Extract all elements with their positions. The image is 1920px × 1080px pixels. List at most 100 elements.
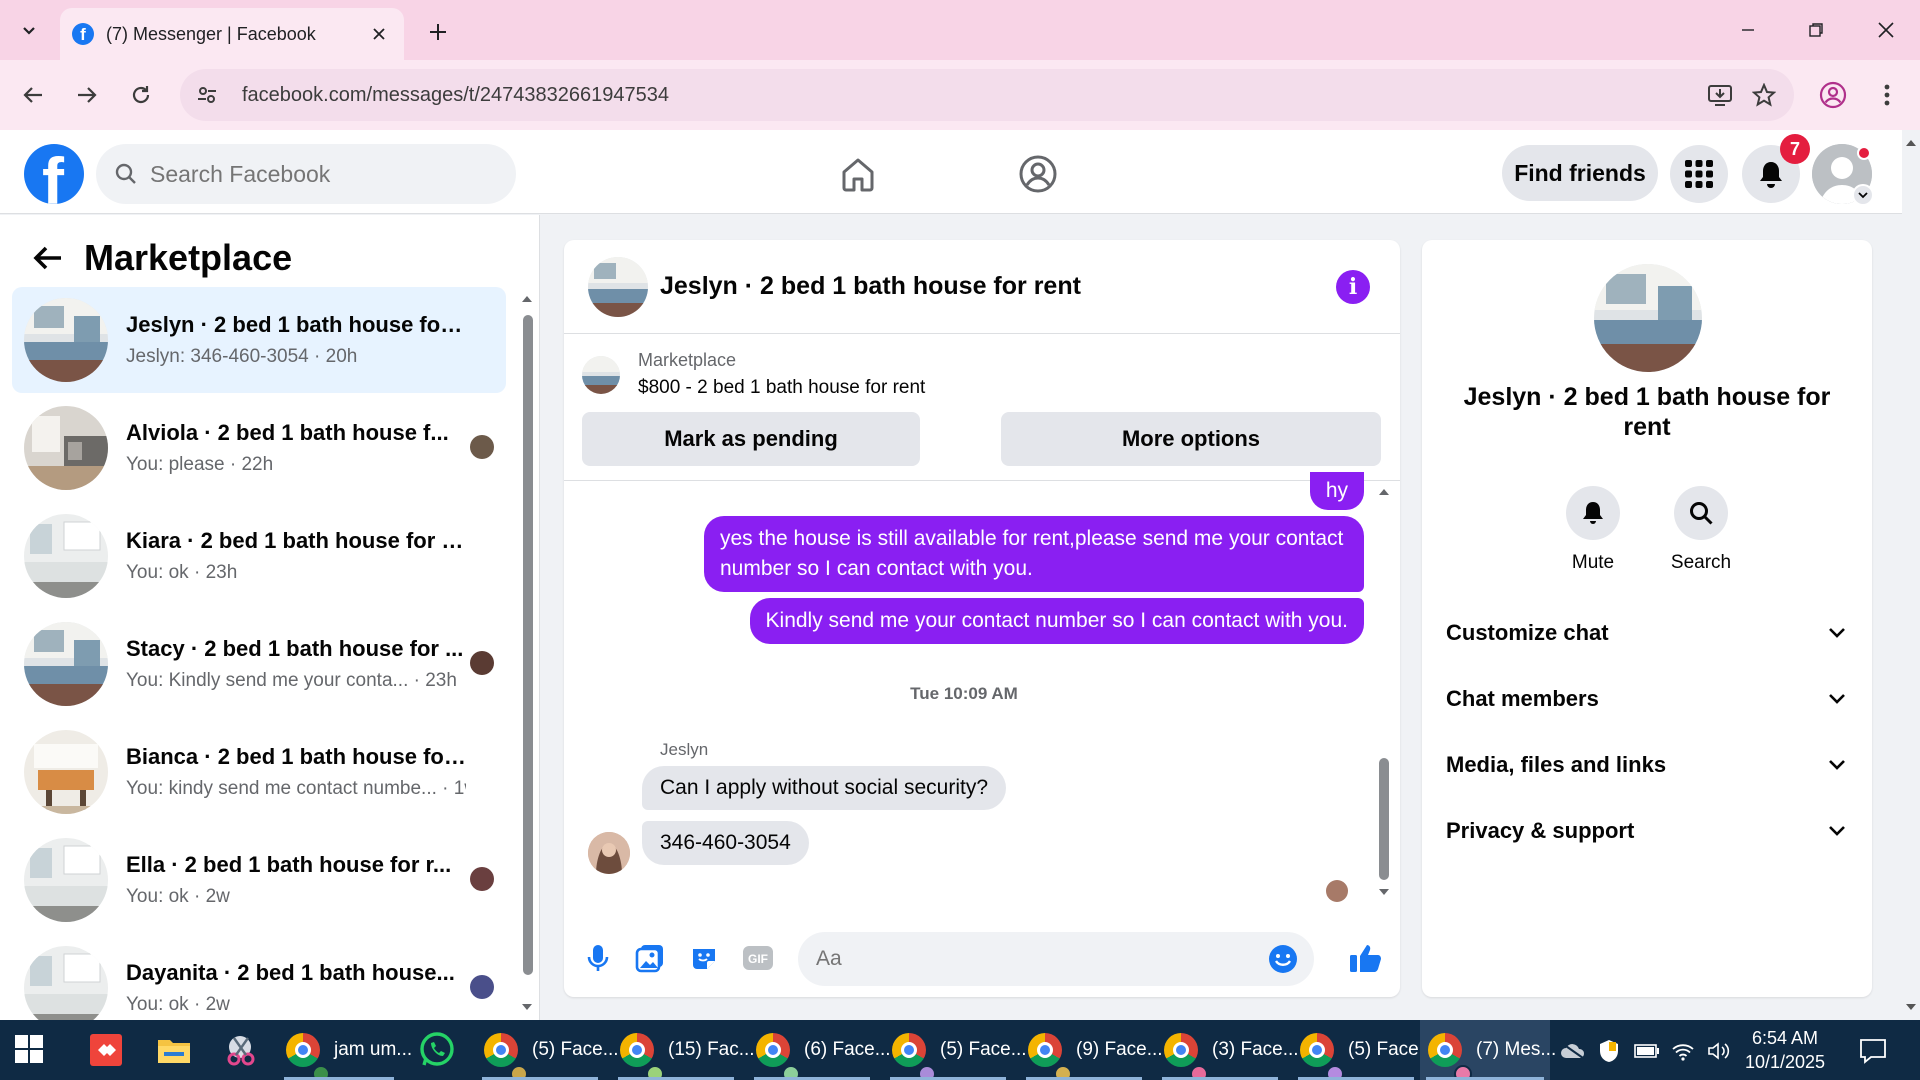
- customize-chat-row[interactable]: Customize chat: [1446, 608, 1846, 658]
- attach-photo-button[interactable]: [632, 940, 668, 976]
- privacy-support-row[interactable]: Privacy & support: [1446, 806, 1846, 856]
- facebook-search-input[interactable]: [150, 160, 490, 188]
- chat-avatar[interactable]: [588, 256, 648, 317]
- info-button[interactable]: i: [1336, 269, 1370, 304]
- restore-icon: [1809, 23, 1823, 37]
- taskbar-app-file-explorer[interactable]: [148, 1020, 204, 1080]
- site-info-button[interactable]: [184, 72, 230, 118]
- mark-as-pending-button[interactable]: Mark as pending: [582, 412, 920, 466]
- tab-close-button[interactable]: [366, 21, 392, 47]
- conversation-item[interactable]: Bianca · 2 bed 1 bath house for r... You…: [12, 719, 506, 825]
- wifi-tray-icon[interactable]: [1670, 1038, 1696, 1064]
- install-app-button[interactable]: [1698, 73, 1742, 117]
- close-window-button[interactable]: [1856, 8, 1916, 52]
- taskbar-chrome-window[interactable]: (3) Face...: [1156, 1020, 1299, 1080]
- onedrive-tray-icon[interactable]: [1560, 1038, 1586, 1064]
- taskbar-chrome-window[interactable]: jam um...: [278, 1020, 412, 1080]
- facebook-search[interactable]: [96, 144, 516, 204]
- notification-badge: 7: [1780, 134, 1810, 164]
- volume-tray-icon[interactable]: [1706, 1038, 1732, 1064]
- home-nav-button[interactable]: [832, 148, 884, 200]
- browser-tab-active[interactable]: f (7) Messenger | Facebook: [60, 8, 404, 60]
- voice-clip-button[interactable]: [580, 940, 616, 976]
- media-files-links-row[interactable]: Media, files and links: [1446, 740, 1846, 790]
- mute-button[interactable]: [1566, 486, 1620, 540]
- chat-members-row[interactable]: Chat members: [1446, 674, 1846, 724]
- taskbar-chrome-window-active[interactable]: (7) Mes...: [1420, 1020, 1556, 1080]
- taskbar-chrome-window[interactable]: (5) Face...: [476, 1020, 619, 1080]
- account-menu-chevron[interactable]: [1852, 184, 1874, 206]
- message-input[interactable]: [816, 947, 1236, 971]
- microphone-icon: [587, 945, 609, 971]
- listing-summary[interactable]: Marketplace $800 - 2 bed 1 bath house fo…: [582, 350, 925, 399]
- outgoing-message[interactable]: Kindly send me your contact number so I …: [749, 598, 1364, 644]
- taskbar-app-anydesk[interactable]: [80, 1020, 136, 1080]
- menu-button[interactable]: [1670, 145, 1728, 203]
- address-bar[interactable]: facebook.com/messages/t/2474383266194753…: [180, 69, 1794, 121]
- chat-scrollbar-thumb[interactable]: [1379, 758, 1389, 880]
- taskbar-app-snipping-tool[interactable]: [214, 1020, 270, 1080]
- sticker-button[interactable]: [686, 940, 722, 976]
- search-action[interactable]: Search: [1656, 486, 1746, 574]
- gif-button[interactable]: GIF: [740, 940, 776, 976]
- listing-thumbnail: [24, 406, 108, 490]
- sidebar-back-button[interactable]: [28, 238, 68, 278]
- minimize-button[interactable]: [1718, 8, 1778, 52]
- chrome-icon: [756, 1033, 800, 1080]
- restore-button[interactable]: [1786, 8, 1846, 52]
- home-icon: [842, 158, 874, 192]
- browser-menu-button[interactable]: [1868, 76, 1906, 114]
- listing-thumbnail: [24, 298, 108, 382]
- taskbar-app-whatsapp[interactable]: [410, 1020, 466, 1080]
- conversation-item[interactable]: Alviola · 2 bed 1 bath house f... You: p…: [12, 395, 506, 501]
- outgoing-message[interactable]: hy: [1309, 472, 1364, 510]
- find-friends-button[interactable]: Find friends: [1502, 145, 1658, 201]
- taskbar-item-label: (5) Face...: [532, 1039, 619, 1060]
- url-text[interactable]: facebook.com/messages/t/2474383266194753…: [242, 84, 1698, 107]
- chrome-icon: [1164, 1033, 1208, 1080]
- taskbar-chrome-window[interactable]: (5) Face...: [1292, 1020, 1435, 1080]
- conversation-avatar[interactable]: [1594, 264, 1702, 372]
- back-button[interactable]: [14, 76, 52, 114]
- chrome-icon: [1428, 1033, 1472, 1080]
- facebook-favicon-icon: f: [72, 23, 94, 45]
- taskbar-chrome-window[interactable]: (5) Face...: [884, 1020, 1027, 1080]
- taskbar-chrome-window[interactable]: (6) Face...: [748, 1020, 891, 1080]
- incoming-message[interactable]: Can I apply without social security?: [642, 766, 1006, 810]
- sidebar-scrollbar-thumb[interactable]: [523, 315, 533, 975]
- incoming-message[interactable]: 346-460-3054: [642, 821, 809, 865]
- emoji-icon[interactable]: [1268, 944, 1298, 974]
- conversation-preview: You: Kindly send me your conta... · 23h: [126, 670, 457, 691]
- reload-button[interactable]: [122, 76, 160, 114]
- more-options-button[interactable]: More options: [1001, 412, 1381, 466]
- mute-action[interactable]: Mute: [1548, 486, 1638, 574]
- wifi-icon: [1672, 1044, 1694, 1061]
- outgoing-message[interactable]: yes the house is still available for ren…: [704, 516, 1364, 592]
- profile-button[interactable]: [1814, 76, 1852, 114]
- windows-start-icon[interactable]: [14, 1034, 44, 1064]
- sender-avatar[interactable]: [588, 832, 630, 874]
- conversation-item[interactable]: Ella · 2 bed 1 bath house for r... You: …: [12, 827, 506, 933]
- groups-nav-button[interactable]: [1012, 148, 1064, 200]
- page-scrollbar[interactable]: [1903, 140, 1920, 1020]
- taskbar-chrome-window[interactable]: (9) Face...: [1020, 1020, 1163, 1080]
- notification-center-button[interactable]: [1856, 1038, 1890, 1064]
- battery-tray-icon[interactable]: [1634, 1038, 1660, 1064]
- like-button[interactable]: [1348, 940, 1384, 976]
- chat-title[interactable]: Jeslyn · 2 bed 1 bath house for rent: [660, 272, 1336, 301]
- taskbar-chrome-window[interactable]: (15) Fac...: [612, 1020, 755, 1080]
- bookmark-button[interactable]: [1742, 73, 1786, 117]
- system-clock[interactable]: 6:54 AM 10/1/2025: [1740, 1026, 1830, 1074]
- new-tab-button[interactable]: [420, 14, 456, 50]
- shield-icon: [1600, 1040, 1618, 1062]
- conversation-item[interactable]: Stacy · 2 bed 1 bath house for ... You: …: [12, 611, 506, 717]
- conversation-title: Dayanita · 2 bed 1 bath house...: [126, 960, 455, 985]
- tab-search-button[interactable]: [12, 14, 46, 48]
- security-tray-icon[interactable]: [1596, 1038, 1622, 1064]
- facebook-logo[interactable]: f: [24, 144, 84, 204]
- forward-button[interactable]: [68, 76, 106, 114]
- conversation-item[interactable]: Dayanita · 2 bed 1 bath house... You: ok…: [12, 935, 506, 1020]
- conversation-item[interactable]: Kiara · 2 bed 1 bath house for rent You:…: [12, 503, 506, 609]
- search-in-conversation-button[interactable]: [1674, 486, 1728, 540]
- conversation-item[interactable]: Jeslyn · 2 bed 1 bath house for r... Jes…: [12, 287, 506, 393]
